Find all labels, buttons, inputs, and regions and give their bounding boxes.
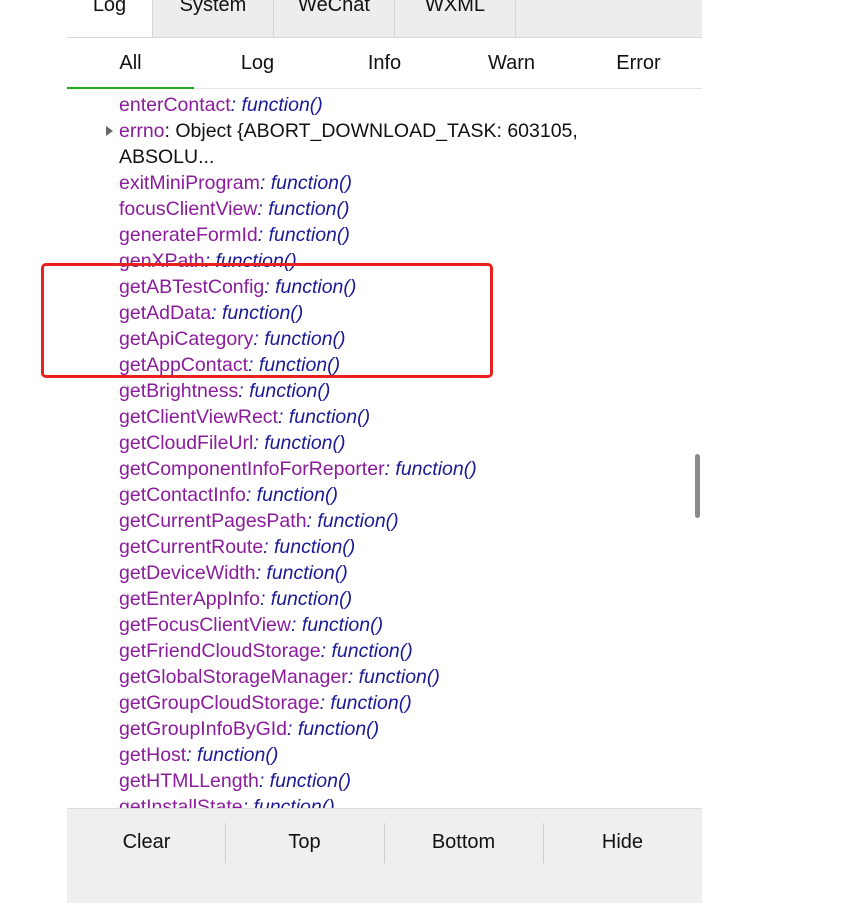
log-entry: getCurrentPagesPath: function() — [119, 510, 399, 532]
log-entry: getBrightness: function() — [119, 380, 331, 402]
tab-system[interactable]: System — [153, 0, 274, 37]
log-entry: getComponentInfoForReporter: function() — [119, 458, 477, 480]
filter-all[interactable]: All — [67, 38, 194, 89]
log-filter-bar: All Log Info Warn Error — [67, 38, 702, 89]
scrollbar-thumb[interactable] — [695, 454, 700, 518]
tab-wechat[interactable]: WeChat — [274, 0, 395, 37]
tab-bar-filler — [516, 0, 702, 37]
log-entry: getFriendCloudStorage: function() — [119, 640, 413, 662]
log-entry: getGroupCloudStorage: function() — [119, 692, 412, 714]
top-button[interactable]: Top — [225, 822, 384, 862]
log-entry: getClientViewRect: function() — [119, 406, 371, 428]
log-entry: getContactInfo: function() — [119, 484, 338, 506]
filter-info[interactable]: Info — [321, 38, 448, 88]
log-entry: getDeviceWidth: function() — [119, 562, 348, 584]
filter-warn[interactable]: Warn — [448, 38, 575, 88]
log-entry[interactable]: errno: Object {ABORT_DOWNLOAD_TASK: 6031… — [119, 118, 578, 144]
log-entry: getInstallState: function() — [119, 796, 335, 808]
log-entry: getFocusClientView: function() — [119, 614, 384, 636]
log-entry: getGroupInfoByGId: function() — [119, 718, 380, 740]
log-content[interactable]: enterContact: function() errno: Object {… — [67, 89, 702, 808]
log-entry: ABSOLU... — [119, 146, 215, 168]
bottom-button[interactable]: Bottom — [384, 822, 543, 862]
log-entry: getCurrentRoute: function() — [119, 536, 356, 558]
log-entry: generateFormId: function() — [119, 224, 350, 246]
log-entry: exitMiniProgram: function() — [119, 172, 352, 194]
highlight-annotation-box — [41, 263, 493, 378]
clear-button[interactable]: Clear — [67, 822, 226, 862]
log-entry: getHTMLLength: function() — [119, 770, 351, 792]
log-entry: getEnterAppInfo: function() — [119, 588, 353, 610]
expand-arrow-icon[interactable] — [106, 126, 113, 136]
log-entry: enterContact: function() — [119, 94, 323, 116]
vconsole-panel: Log System WeChat WXML All Log Info Warn… — [67, 0, 702, 903]
hide-button[interactable]: Hide — [543, 822, 702, 862]
filter-error[interactable]: Error — [575, 38, 702, 88]
tab-wxml[interactable]: WXML — [395, 0, 516, 37]
log-entry: getHost: function() — [119, 744, 279, 766]
log-entry: getCloudFileUrl: function() — [119, 432, 346, 454]
bottom-toolbar: Clear Top Bottom Hide — [67, 808, 702, 903]
top-tab-bar: Log System WeChat WXML — [67, 0, 702, 38]
filter-log[interactable]: Log — [194, 38, 321, 88]
log-entry: focusClientView: function() — [119, 198, 350, 220]
tab-log[interactable]: Log — [67, 0, 153, 37]
log-entry: getGlobalStorageManager: function() — [119, 666, 440, 688]
